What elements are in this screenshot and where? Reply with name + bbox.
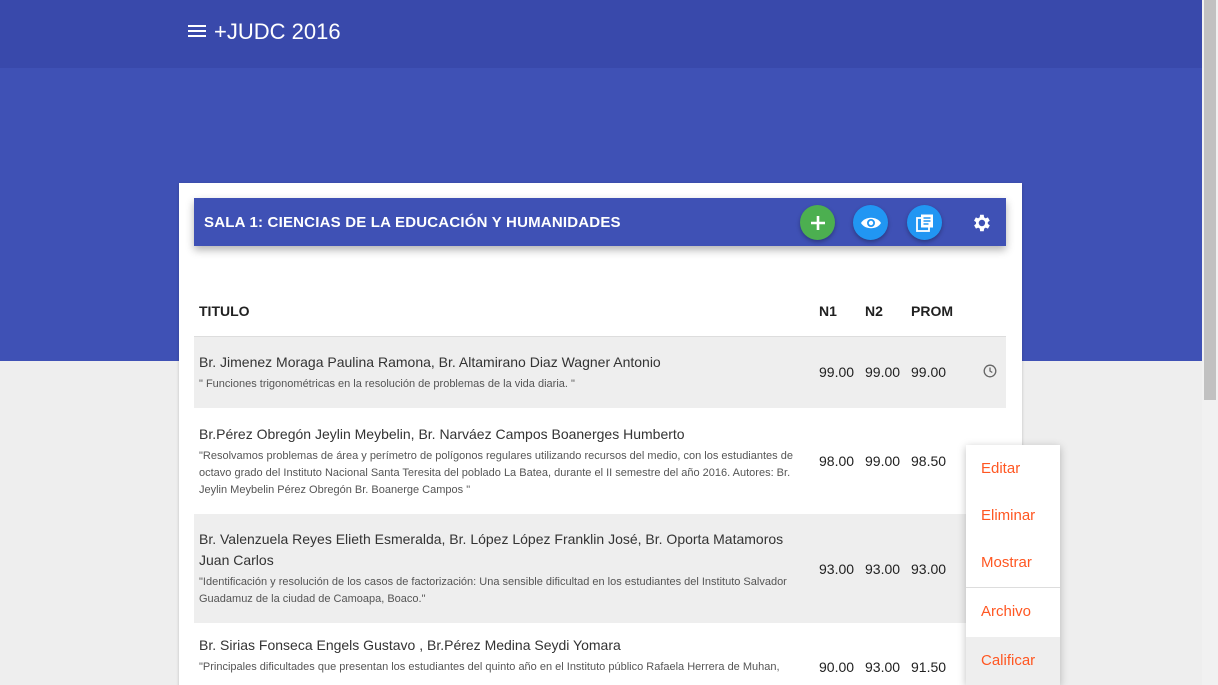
title-cell: Br. Sirias Fonseca Engels Gustavo , Br.P… <box>194 623 814 685</box>
menu-item-eliminar[interactable]: Eliminar <box>966 492 1060 540</box>
authors-text: Br.Pérez Obregón Jeylin Meybelin, Br. Na… <box>199 425 685 442</box>
plus-icon <box>810 215 825 230</box>
score-n2: 93.00 <box>865 659 901 675</box>
card-header: SALA 1: CIENCIAS DE LA EDUCACIÓN Y HUMAN… <box>194 198 1006 246</box>
project-title-text: "Resolvamos problemas de área y perímetr… <box>199 449 793 496</box>
scrollbar-thumb[interactable] <box>1204 0 1216 400</box>
score-n1: 90.00 <box>819 659 855 675</box>
authors-text: Br. Sirias Fonseca Engels Gustavo , Br.P… <box>199 637 621 653</box>
project-title-text: " Funciones trigonométricas en la resolu… <box>199 377 575 390</box>
menu-item-archivo[interactable]: Archivo <box>966 588 1060 636</box>
clock-icon[interactable] <box>983 364 997 378</box>
authors-text: Br. Jimenez Moraga Paulina Ramona, Br. A… <box>199 353 661 370</box>
table-row[interactable]: Br. Sirias Fonseca Engels Gustavo , Br.P… <box>194 623 1006 685</box>
table-row[interactable]: Br. Jimenez Moraga Paulina Ramona, Br. A… <box>194 336 1006 408</box>
table-header-row: TITULO N1 N2 PROM <box>194 287 1006 337</box>
title-cell: Br. Jimenez Moraga Paulina Ramona, Br. A… <box>194 336 814 408</box>
score-n2: 99.00 <box>865 364 901 381</box>
projects-table: TITULO N1 N2 PROM Br. Jimenez Moraga Pau… <box>194 287 1006 685</box>
menu-item-calificar[interactable]: Calificar <box>966 637 1060 685</box>
hamburger-menu-icon[interactable] <box>186 22 208 42</box>
menu-item-mostrar[interactable]: Mostrar <box>966 539 1060 587</box>
library-books-icon <box>915 214 933 232</box>
table-row[interactable]: Br. Valenzuela Reyes Elieth Esmeralda, B… <box>194 514 1006 623</box>
add-button[interactable] <box>800 205 835 240</box>
score-n1: 99.00 <box>819 364 855 381</box>
library-button[interactable] <box>907 205 942 240</box>
project-title-text: "Principales dificultades que presentan … <box>199 661 780 673</box>
gear-icon <box>974 214 990 232</box>
title-cell: Br.Pérez Obregón Jeylin Meybelin, Br. Na… <box>194 408 814 514</box>
room-card: SALA 1: CIENCIAS DE LA EDUCACIÓN Y HUMAN… <box>179 183 1022 685</box>
project-title-text: "Identificación y resolución de los caso… <box>199 576 787 605</box>
score-n1: 98.00 <box>819 453 855 469</box>
eye-icon <box>860 217 881 228</box>
score-prom: 93.00 <box>911 560 947 577</box>
score-prom: 91.50 <box>911 659 947 675</box>
table-row[interactable]: Br.Pérez Obregón Jeylin Meybelin, Br. Na… <box>194 408 1006 514</box>
app-bar: +JUDC 2016 <box>0 0 1202 68</box>
settings-button[interactable] <box>970 212 992 234</box>
view-button[interactable] <box>853 205 888 240</box>
header-n2: N2 <box>860 287 906 337</box>
menu-item-editar[interactable]: Editar <box>966 445 1060 493</box>
title-cell: Br. Valenzuela Reyes Elieth Esmeralda, B… <box>194 514 814 623</box>
header-prom: PROM <box>906 287 970 337</box>
score-n2: 99.00 <box>865 453 901 469</box>
header-titulo: TITULO <box>194 287 814 337</box>
app-title: +JUDC 2016 <box>214 19 341 44</box>
scrollbar[interactable] <box>1202 0 1218 685</box>
row-actions-menu: Editar Eliminar Mostrar Archivo Califica… <box>966 445 1060 685</box>
authors-text: Br. Valenzuela Reyes Elieth Esmeralda, B… <box>199 531 784 568</box>
card-title: SALA 1: CIENCIAS DE LA EDUCACIÓN Y HUMAN… <box>204 214 621 231</box>
score-n2: 93.00 <box>865 560 901 577</box>
score-n1: 93.00 <box>819 560 855 577</box>
score-prom: 99.00 <box>911 364 947 381</box>
score-prom: 98.50 <box>911 453 947 469</box>
header-n1: N1 <box>814 287 860 337</box>
